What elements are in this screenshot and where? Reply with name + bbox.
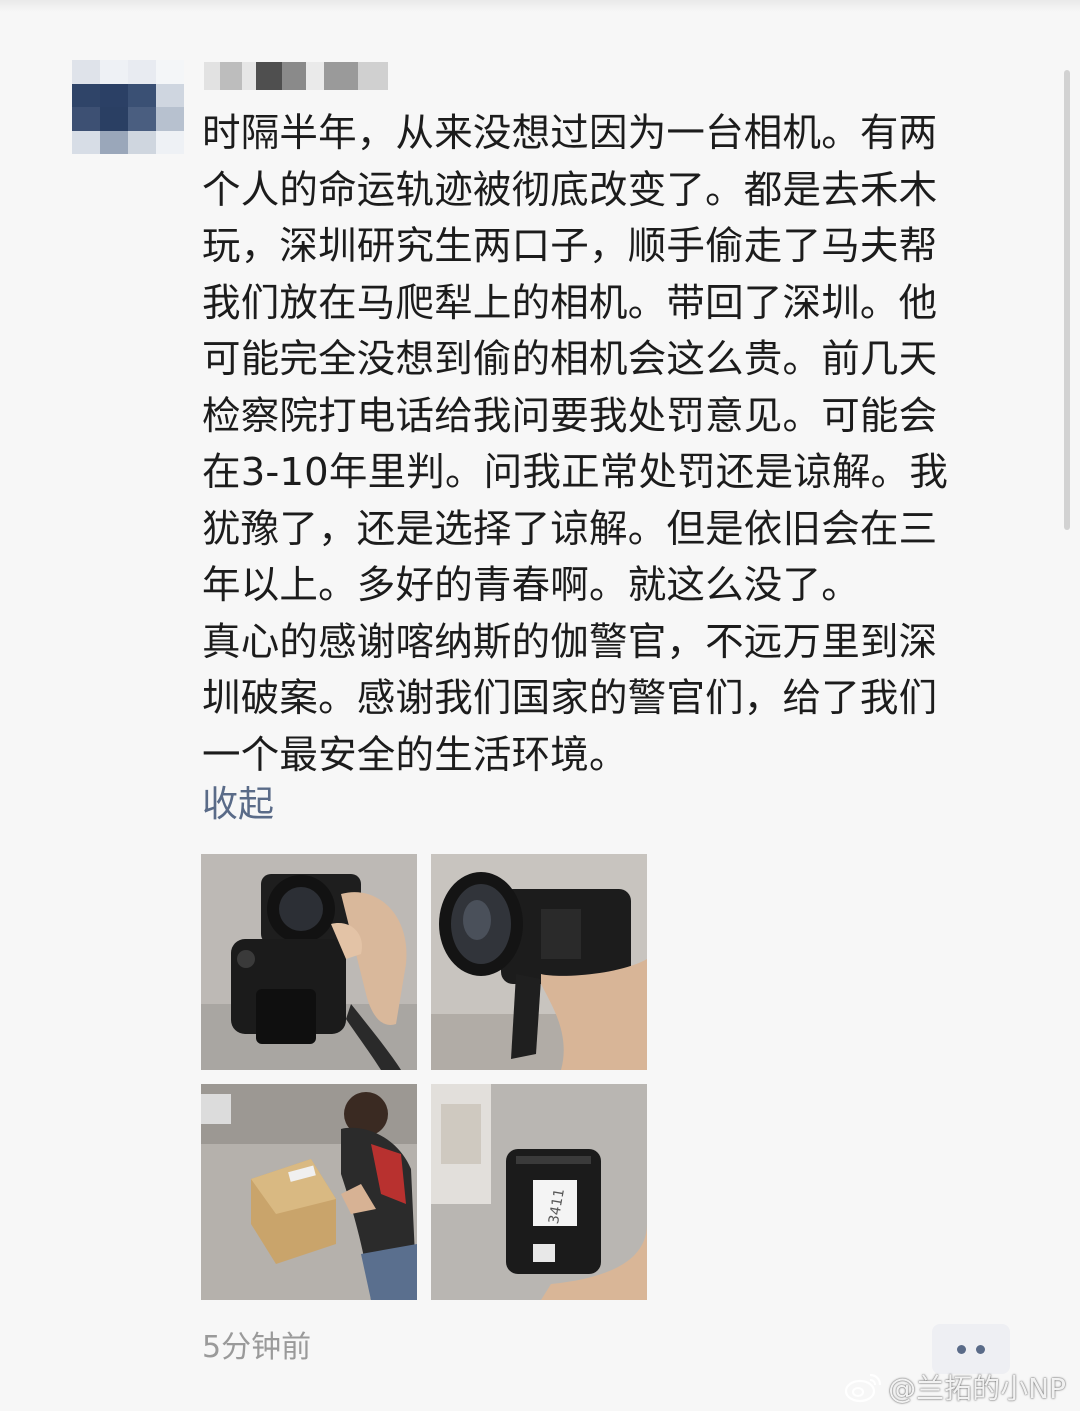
post-text: 时隔半年，从来没想过因为一台相机。有两 个人的命运轨迹被彻底改变了。都是去禾木 … xyxy=(202,111,949,778)
nickname[interactable] xyxy=(204,62,388,90)
weibo-icon xyxy=(845,1373,882,1403)
battery-photo-icon: 3411 xyxy=(431,1084,647,1300)
avatar[interactable] xyxy=(72,60,184,154)
camera-photo-icon xyxy=(201,854,417,1070)
top-edge xyxy=(0,0,1080,12)
package-photo-icon xyxy=(201,1084,417,1300)
post-image-battery[interactable]: 3411 xyxy=(431,1084,647,1300)
post-image-lens[interactable] xyxy=(431,854,647,1070)
camera-lens-photo-icon xyxy=(431,854,647,1070)
post-image-package[interactable] xyxy=(201,1084,417,1300)
collapse-link[interactable]: 收起 xyxy=(202,780,274,830)
more-dot-icon xyxy=(957,1344,966,1354)
post-timestamp: 5分钟前 xyxy=(202,1330,312,1365)
watermark: @兰拓的小NP xyxy=(844,1367,1066,1407)
watermark-text: @兰拓的小NP xyxy=(888,1372,1066,1405)
moments-post-page: 时隔半年，从来没想过因为一台相机。有两 个人的命运轨迹被彻底改变了。都是去禾木 … xyxy=(0,0,1080,1411)
scrollbar[interactable] xyxy=(1064,70,1070,530)
post-image-camera[interactable] xyxy=(201,854,417,1070)
more-dot-icon xyxy=(976,1344,985,1354)
